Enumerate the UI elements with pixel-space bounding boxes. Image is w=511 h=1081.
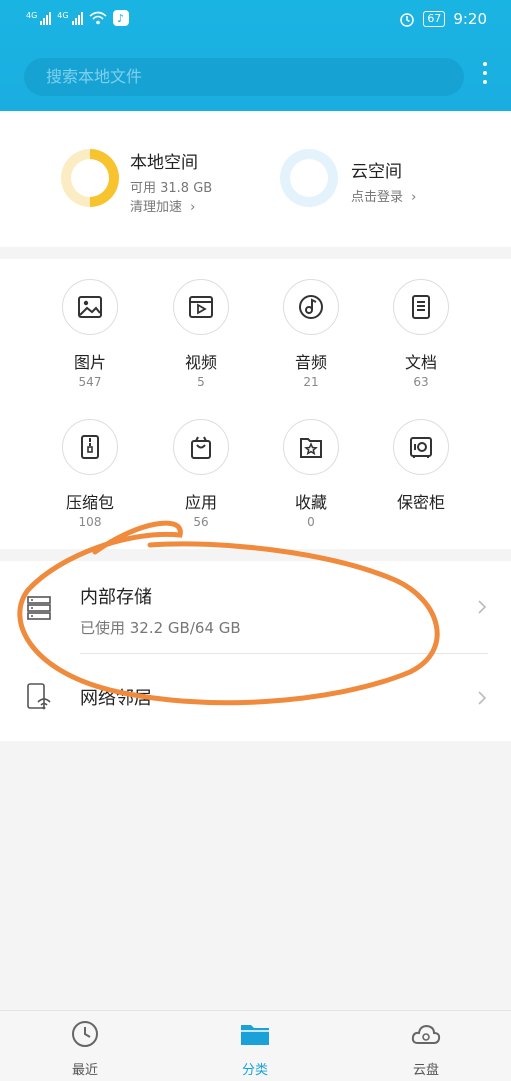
image-icon <box>78 296 102 318</box>
category-label: 音频 <box>294 353 327 372</box>
tab-recent-label: 最近 <box>71 1063 98 1078</box>
more-options-icon[interactable] <box>483 62 489 84</box>
network-neighbor-title: 网络邻居 <box>80 688 152 709</box>
clean-speedup-label: 清理加速 <box>130 200 183 215</box>
category-count: 56 <box>193 515 209 529</box>
video-icon <box>189 296 213 318</box>
local-available: 可用 31.8 GB <box>130 181 213 196</box>
internal-storage-title: 内部存储 <box>80 587 152 608</box>
folder-icon <box>241 1025 269 1045</box>
category-count: 63 <box>413 375 429 389</box>
clock-icon <box>72 1021 98 1047</box>
chevron-right-icon <box>478 691 487 705</box>
category-label: 保密柜 <box>396 493 445 512</box>
internal-storage-usage: 已使用 32.2 GB/64 GB <box>80 619 241 637</box>
clock-time: 9:20 <box>453 10 487 28</box>
category-label: 视频 <box>184 353 217 372</box>
chevron-right-icon <box>478 600 487 614</box>
network-neighbor-icon <box>27 683 51 710</box>
status-bar: 4G 4G ♪ 67 9:20 <box>0 0 511 42</box>
tab-category[interactable]: 分类 <box>205 1019 305 1078</box>
bottom-navigation: 最近 分类 云盘 <box>0 1010 511 1081</box>
category-count: 21 <box>303 375 319 389</box>
category-label: 应用 <box>184 493 217 512</box>
category-images[interactable]: 图片 547 <box>35 279 145 389</box>
app-header: 4G 4G ♪ 67 9:20 搜索本地文件 <box>0 0 511 111</box>
category-audio[interactable]: 音频 21 <box>256 279 366 389</box>
tiktok-icon: ♪ <box>112 10 129 26</box>
tab-cloud-drive[interactable]: 云盘 <box>376 1019 476 1078</box>
document-icon <box>412 295 430 319</box>
sim2-label: 4G <box>57 11 69 20</box>
category-label: 图片 <box>73 353 106 372</box>
local-space-title[interactable]: 本地空间 <box>130 148 198 173</box>
category-count: 0 <box>307 515 315 529</box>
clean-speedup-link[interactable]: 清理加速 › <box>130 196 195 215</box>
cloud-space-ring[interactable] <box>280 149 338 207</box>
location-list: 内部存储 已使用 32.2 GB/64 GB 网络邻居 <box>0 561 511 741</box>
tab-category-label: 分类 <box>241 1063 268 1078</box>
chevron-right-icon: › <box>190 200 196 215</box>
category-count: 5 <box>197 375 205 389</box>
wifi-icon <box>89 11 107 25</box>
cloud-space-title[interactable]: 云空间 <box>351 157 402 182</box>
category-apps[interactable]: 应用 56 <box>146 419 256 529</box>
cloud-icon <box>411 1024 441 1044</box>
chevron-right-icon: › <box>411 190 417 205</box>
search-input[interactable]: 搜索本地文件 <box>24 58 464 96</box>
alarm-icon <box>400 13 415 27</box>
signal-icon: 4G <box>57 11 83 25</box>
signal-icon: 4G <box>26 11 52 25</box>
category-grid: 图片 547 视频 5 音频 21 文档 63 压缩包 108 应用 56 收藏… <box>0 259 511 549</box>
category-label: 收藏 <box>294 493 327 512</box>
sim1-label: 4G <box>26 11 38 20</box>
tab-cloud-label: 云盘 <box>412 1063 439 1078</box>
category-count: 547 <box>78 375 102 389</box>
local-space-ring[interactable] <box>61 149 119 207</box>
cloud-login-label: 点击登录 <box>351 190 404 205</box>
archive-icon <box>81 435 99 459</box>
category-label: 压缩包 <box>65 493 114 512</box>
safe-icon <box>410 437 432 458</box>
category-label: 文档 <box>404 353 437 372</box>
audio-icon <box>299 295 323 319</box>
category-safe[interactable]: 保密柜 <box>366 419 476 515</box>
internal-storage-icon <box>27 596 51 620</box>
category-documents[interactable]: 文档 63 <box>366 279 476 389</box>
category-archives[interactable]: 压缩包 108 <box>35 419 145 529</box>
favorite-star-icon <box>300 438 322 458</box>
storage-summary: 本地空间 可用 31.8 GB 清理加速 › 云空间 点击登录 › <box>0 111 511 247</box>
category-favorites[interactable]: 收藏 0 <box>256 419 366 529</box>
category-count: 108 <box>78 515 102 529</box>
tab-recent[interactable]: 最近 <box>35 1019 135 1078</box>
category-videos[interactable]: 视频 5 <box>146 279 256 389</box>
app-bag-icon <box>191 436 211 459</box>
network-neighbor-row[interactable]: 网络邻居 <box>0 654 511 741</box>
internal-storage-row[interactable]: 内部存储 已使用 32.2 GB/64 GB <box>0 561 511 653</box>
cloud-login-link[interactable]: 点击登录 › <box>351 186 416 205</box>
battery-indicator: 67 <box>423 11 446 27</box>
